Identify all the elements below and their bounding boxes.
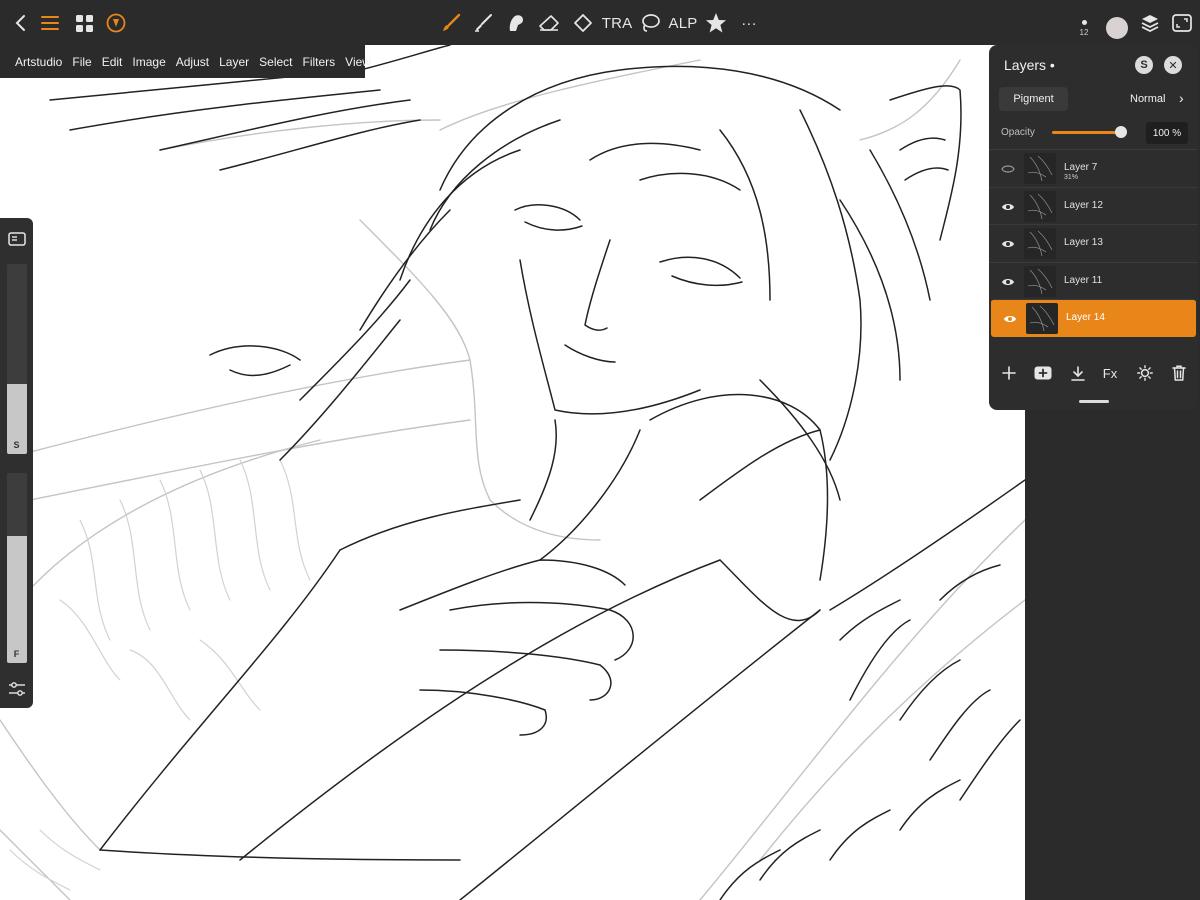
menu-item-edit[interactable]: Edit	[102, 55, 123, 69]
eye-icon[interactable]	[1001, 237, 1015, 249]
brush-settings-icon[interactable]	[8, 681, 26, 702]
transform-tool-button[interactable]: TRA	[602, 8, 632, 38]
eye-icon[interactable]	[1001, 275, 1015, 287]
layer-row[interactable]: Layer 7 31%	[989, 149, 1198, 187]
brush-size-value: 12	[1079, 28, 1089, 37]
opacity-label: Opacity	[1001, 127, 1035, 138]
layer-row[interactable]: Layer 13	[989, 224, 1198, 262]
brush-size-dot	[1081, 20, 1087, 25]
layer-thumbnail	[1026, 303, 1058, 335]
menu-item-image[interactable]: Image	[132, 55, 165, 69]
favorites-star-icon[interactable]	[704, 8, 728, 38]
layer-name: Layer 14	[1066, 312, 1105, 324]
sketch-artwork	[0, 45, 1025, 900]
layer-name: Layer 13	[1064, 237, 1103, 249]
layer-effects-button[interactable]: Fx	[1098, 361, 1122, 385]
brush-flow-label: F	[13, 649, 20, 659]
brush-size-slider[interactable]	[7, 264, 27, 454]
layer-name: Layer 11	[1064, 274, 1103, 286]
liquify-tool-icon[interactable]	[504, 8, 528, 38]
menu-item-layer[interactable]: Layer	[219, 55, 249, 69]
panel-resize-handle[interactable]	[1079, 400, 1109, 403]
opacity-value-field[interactable]: 100 %	[1146, 122, 1188, 144]
layers-icon[interactable]	[1138, 8, 1162, 38]
eye-icon[interactable]	[1003, 312, 1017, 324]
layer-thumbnail	[1024, 228, 1056, 260]
workspace-background	[1025, 410, 1200, 900]
brush-size-indicator[interactable]: 12	[1076, 12, 1092, 37]
back-icon[interactable]	[8, 8, 32, 38]
brush-side-panel: S F	[0, 218, 33, 708]
layers-panel-title: Layers •	[1004, 57, 1055, 73]
add-group-icon[interactable]	[1031, 361, 1055, 385]
eye-hidden-icon[interactable]	[1001, 162, 1015, 174]
smudge-tool-icon[interactable]	[471, 8, 495, 38]
menu-item-artstudio[interactable]: Artstudio	[15, 55, 62, 69]
more-options-button[interactable]: ···	[737, 8, 761, 38]
menu-bar: Artstudio File Edit Image Adjust Layer S…	[0, 45, 371, 78]
merge-down-icon[interactable]	[1066, 361, 1090, 385]
eye-icon[interactable]	[1001, 200, 1015, 212]
layer-actions-bar: Fx	[989, 361, 1198, 385]
fullscreen-icon[interactable]	[1170, 8, 1194, 38]
menu-item-view[interactable]: View	[345, 55, 371, 69]
layer-name: Layer 12	[1064, 199, 1103, 211]
menu-item-filters[interactable]: Filters	[303, 55, 336, 69]
brush-flow-fill	[7, 535, 27, 663]
menu-item-file[interactable]: File	[72, 55, 91, 69]
alpha-lock-button[interactable]: ALP	[668, 8, 698, 38]
color-picker-swatch[interactable]	[1106, 17, 1128, 39]
gallery-grid-icon[interactable]	[72, 8, 96, 38]
layer-thumbnail	[1024, 265, 1056, 297]
layer-thumbnail	[1024, 153, 1056, 184]
top-toolbar: TRA ALP ··· 12	[0, 0, 1200, 45]
blend-mode-select[interactable]: Normal	[1130, 93, 1165, 105]
layer-row[interactable]: Layer 14	[991, 299, 1196, 337]
chevron-right-icon[interactable]: ›	[1179, 90, 1184, 106]
eraser-tool-icon[interactable]	[537, 8, 561, 38]
pigment-button[interactable]: Pigment	[999, 87, 1068, 111]
panel-toggle-icon[interactable]	[8, 232, 26, 251]
menu-icon[interactable]	[38, 8, 62, 38]
menu-item-adjust[interactable]: Adjust	[176, 55, 209, 69]
close-icon[interactable]: ✕	[1164, 56, 1182, 74]
opacity-slider-knob[interactable]	[1115, 126, 1127, 138]
brush-size-label: S	[13, 440, 20, 450]
pen-pressure-icon[interactable]	[104, 8, 128, 38]
brush-tool-icon[interactable]	[439, 8, 463, 38]
layer-opacity-badge: 31%	[1064, 174, 1079, 181]
menu-item-select[interactable]: Select	[259, 55, 292, 69]
brightness-icon[interactable]	[1133, 361, 1157, 385]
layer-row[interactable]: Layer 12	[989, 186, 1198, 225]
add-layer-icon[interactable]	[997, 361, 1021, 385]
drawing-canvas[interactable]	[0, 45, 1025, 900]
layer-settings-button[interactable]: S	[1135, 56, 1153, 74]
brush-flow-slider[interactable]	[7, 473, 27, 663]
lasso-tool-icon[interactable]	[638, 8, 662, 38]
layer-name: Layer 7	[1064, 162, 1098, 173]
layer-list: Layer 7 31% Layer 12 Layer 13 Layer 11 Layer …	[989, 149, 1198, 356]
layer-row[interactable]: Layer 11	[989, 261, 1198, 300]
layers-panel: Layers • S ✕ Pigment Normal › Opacity 10…	[989, 45, 1198, 410]
fill-tool-icon[interactable]	[571, 8, 595, 38]
layer-thumbnail	[1024, 190, 1056, 222]
delete-layer-icon[interactable]	[1167, 361, 1191, 385]
